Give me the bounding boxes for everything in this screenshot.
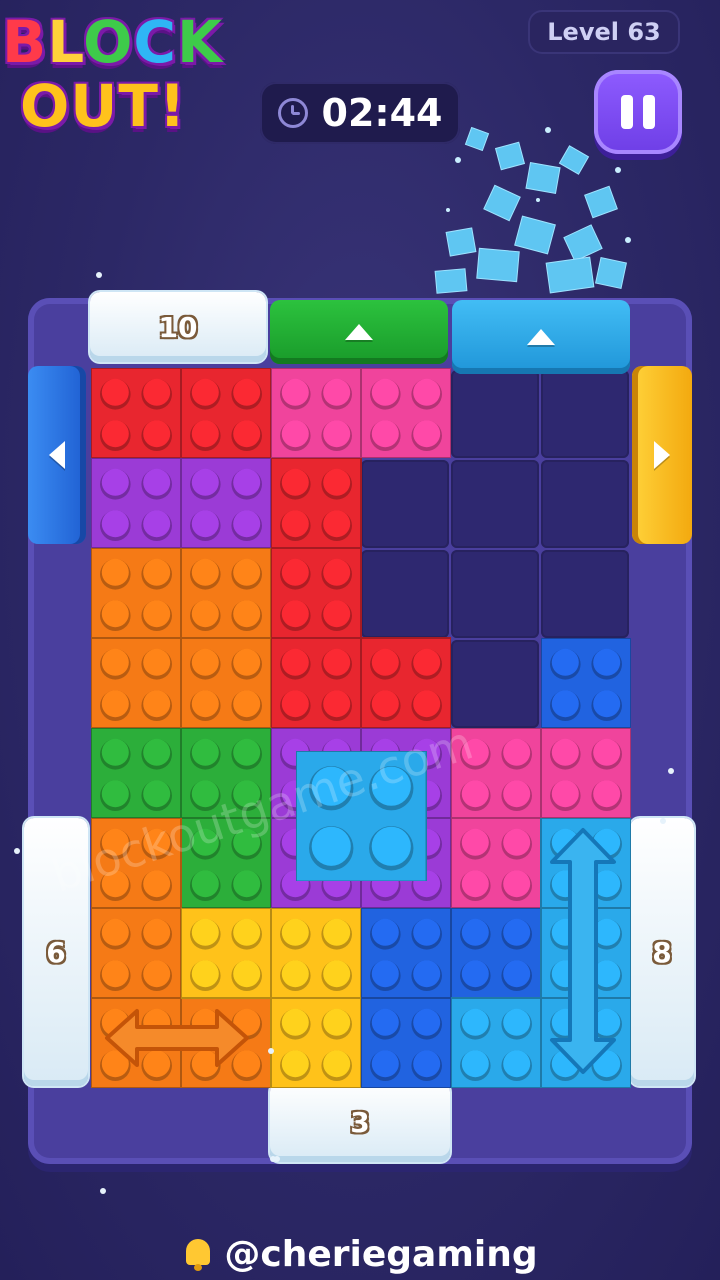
creator-handle: @cheriegaming [224, 1233, 538, 1275]
empty-cell[interactable] [541, 370, 629, 458]
ice-shatter-effect [434, 126, 631, 294]
arrow-up-icon [345, 324, 373, 340]
empty-cell[interactable] [451, 370, 539, 458]
gate-count: 8 [652, 935, 672, 969]
bell-icon [182, 1237, 214, 1271]
exit-gate-yellow-right [632, 366, 692, 544]
logo-word-out: OUT! [20, 72, 187, 140]
clock-icon [277, 98, 308, 128]
gate-count: 3 [350, 1105, 370, 1139]
game-logo: BLOCK OUT! [0, 0, 265, 150]
horizontal-double-arrow-icon [105, 1009, 249, 1067]
block-red-top[interactable] [91, 368, 271, 458]
gate-count: 10 [158, 310, 198, 344]
logo-word-block: BLOCK [2, 8, 223, 76]
empty-cell[interactable] [541, 460, 629, 548]
arrow-up-icon [527, 329, 555, 345]
exit-gate-green-top [270, 300, 448, 364]
arrow-right-icon [654, 441, 670, 469]
empty-cell[interactable] [541, 550, 629, 638]
gate-count: 6 [46, 935, 66, 969]
exit-gate-cyan-top [452, 300, 630, 374]
ice-gate-bottom: 3 [270, 1082, 450, 1162]
exit-gate-blue-left [28, 366, 86, 544]
empty-cell[interactable] [451, 550, 539, 638]
block-purple-bar[interactable] [91, 458, 271, 548]
creator-credit: @cheriegaming [0, 1228, 720, 1280]
ice-gate-right: 8 [630, 818, 694, 1086]
block-orange-square[interactable] [91, 548, 271, 728]
level-indicator: Level 63 [528, 10, 680, 54]
block-pink-top[interactable] [271, 368, 451, 458]
timer-value: 02:44 [321, 91, 443, 135]
empty-cell[interactable] [451, 460, 539, 548]
arrow-left-icon [49, 441, 65, 469]
vertical-double-arrow-icon [550, 828, 616, 1074]
block-red-l[interactable] [271, 458, 451, 728]
ice-gate-top-left: 10 [90, 292, 266, 362]
